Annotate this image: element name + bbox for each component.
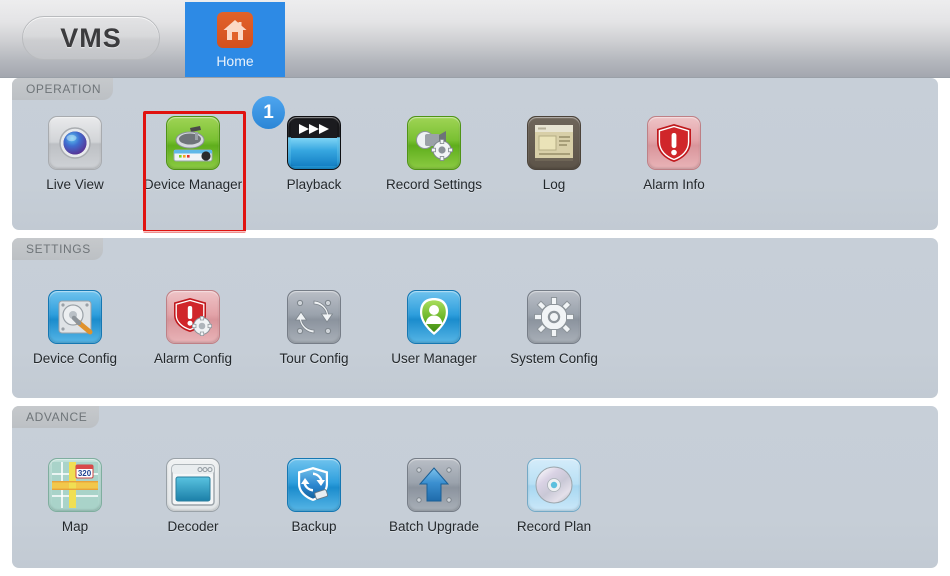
- tile-batch-upgrade[interactable]: Batch Upgrade: [374, 458, 494, 535]
- tile-alarm-info[interactable]: Alarm Info: [614, 116, 734, 193]
- tile-batch-upgrade-label: Batch Upgrade: [389, 519, 479, 535]
- dome-camera-icon: [48, 116, 102, 170]
- tile-map-label: Map: [62, 519, 88, 535]
- camera-gear-icon: [407, 116, 461, 170]
- section-settings-tiles: Device Config: [12, 264, 938, 398]
- section-settings: SETTINGS: [12, 238, 938, 398]
- clapperboard-icon: [287, 116, 341, 170]
- up-arrow-icon: [407, 458, 461, 512]
- tile-alarm-info-label: Alarm Info: [643, 177, 705, 193]
- gear-icon: [527, 290, 581, 344]
- shield-gear-icon: [166, 290, 220, 344]
- section-advance: ADVANCE: [12, 406, 938, 568]
- tile-live-view-label: Live View: [46, 177, 104, 193]
- step-badge-1: 1: [252, 96, 285, 129]
- tile-tour-config[interactable]: Tour Config: [254, 290, 374, 367]
- road-map-icon: 320: [48, 458, 102, 512]
- tile-alarm-config-label: Alarm Config: [154, 351, 232, 367]
- tile-playback-label: Playback: [287, 177, 342, 193]
- tile-user-manager-label: User Manager: [391, 351, 477, 367]
- tile-log-label: Log: [543, 177, 566, 193]
- tile-map[interactable]: 320 Map: [15, 458, 135, 535]
- tab-home-label: Home: [216, 53, 253, 69]
- tile-device-config-label: Device Config: [33, 351, 117, 367]
- tile-decoder[interactable]: Decoder: [133, 458, 253, 535]
- device-camera-icon: [166, 116, 220, 170]
- title-bar: VMS Home: [0, 0, 950, 78]
- tile-system-config-label: System Config: [510, 351, 598, 367]
- section-settings-label: SETTINGS: [12, 238, 103, 260]
- tile-alarm-config[interactable]: Alarm Config: [133, 290, 253, 367]
- tile-backup-label: Backup: [291, 519, 336, 535]
- refresh-cycle-icon: [287, 290, 341, 344]
- disc-icon: [527, 458, 581, 512]
- section-operation-tiles: Live View: [12, 104, 938, 230]
- tile-record-plan[interactable]: Record Plan: [494, 458, 614, 535]
- tile-device-manager[interactable]: Device Manager: [133, 116, 253, 193]
- user-badge-icon: [407, 290, 461, 344]
- vms-home-screen: VMS Home OPERATION: [0, 0, 950, 576]
- tile-tour-config-label: Tour Config: [279, 351, 348, 367]
- tile-record-settings-label: Record Settings: [386, 177, 482, 193]
- wrench-screwdriver-icon: [48, 290, 102, 344]
- tab-home[interactable]: Home: [185, 2, 285, 78]
- tile-record-settings[interactable]: Record Settings: [374, 116, 494, 193]
- tile-user-manager[interactable]: User Manager: [374, 290, 494, 367]
- tile-log[interactable]: Log: [494, 116, 614, 193]
- app-logo: VMS: [22, 16, 160, 60]
- tile-system-config[interactable]: System Config: [494, 290, 614, 367]
- home-icon: [217, 12, 253, 48]
- map-route-number: 320: [78, 469, 92, 478]
- tile-device-config[interactable]: Device Config: [15, 290, 135, 367]
- monitor-icon: [166, 458, 220, 512]
- tile-device-manager-label: Device Manager: [144, 177, 242, 193]
- tile-live-view[interactable]: Live View: [15, 116, 135, 193]
- section-advance-label: ADVANCE: [12, 406, 99, 428]
- shield-sync-icon: [287, 458, 341, 512]
- section-operation: OPERATION: [12, 78, 938, 230]
- tile-backup[interactable]: Backup: [254, 458, 374, 535]
- app-logo-text: VMS: [60, 23, 122, 54]
- shield-alert-icon: [647, 116, 701, 170]
- home-content: OPERATION: [0, 78, 950, 576]
- section-operation-label: OPERATION: [12, 78, 113, 100]
- section-advance-tiles: 320 Map: [12, 432, 938, 568]
- document-icon: [527, 116, 581, 170]
- tile-record-plan-label: Record Plan: [517, 519, 591, 535]
- tile-decoder-label: Decoder: [167, 519, 218, 535]
